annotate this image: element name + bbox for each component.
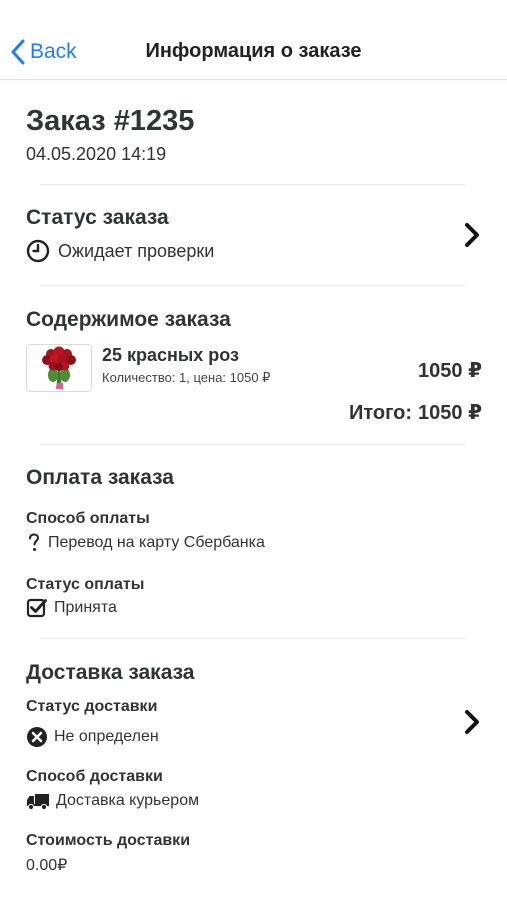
truck-icon [26, 790, 50, 812]
question-icon [26, 532, 42, 554]
delivery-method-value: Доставка курьером [56, 792, 200, 809]
x-circle-icon [26, 726, 48, 748]
divider [40, 285, 465, 286]
delivery-title: Доставка заказа [26, 661, 195, 684]
payment-method-label: Способ оплаты [26, 510, 150, 527]
payment-method-row: Перевод на карту Сбербанка [26, 532, 265, 554]
order-status-chevron-button[interactable] [462, 221, 482, 249]
order-contents-title: Содержимое заказа [26, 308, 231, 331]
page-title: Информация о заказе [145, 40, 362, 62]
product-image [26, 344, 92, 392]
payment-method-value: Перевод на карту Сбербанка [48, 534, 265, 551]
delivery-method-row: Доставка курьером [26, 790, 199, 812]
divider [40, 638, 465, 639]
order-total-value: 1050 ₽ [418, 402, 482, 424]
delivery-status-chevron-button[interactable] [462, 708, 482, 736]
order-total-label: Итого: [348, 402, 413, 424]
order-status-title: Статус заказа [26, 206, 169, 229]
checkbox-checked-icon [26, 597, 48, 619]
order-number: Заказ #1235 [26, 105, 195, 137]
chevron-right-icon [462, 223, 482, 253]
delivery-method-label: Способ доставки [26, 768, 163, 785]
order-status-value: Ожидает проверки [58, 240, 215, 261]
payment-title: Оплата заказа [26, 466, 174, 489]
roses-bouquet-image [27, 345, 91, 391]
payment-status-value: Принята [54, 599, 117, 616]
order-status-row: Ожидает проверки [26, 239, 214, 263]
product-price: 1050 ₽ [418, 360, 482, 382]
delivery-cost-value: 0.00₽ [26, 857, 68, 874]
payment-status-label: Статус оплаты [26, 576, 145, 593]
divider [40, 444, 465, 445]
product-meta: Количество: 1, цена: 1050 ₽ [102, 370, 271, 385]
divider [40, 184, 465, 185]
delivery-cost-label: Стоимость доставки [26, 832, 191, 849]
delivery-status-row: Не определен [26, 726, 159, 748]
delivery-status-label: Статус доставки [26, 698, 158, 715]
delivery-status-value: Не определен [54, 728, 159, 745]
order-total: Итого: 1050 ₽ [349, 400, 482, 425]
payment-status-row: Принята [26, 597, 117, 619]
chevron-right-icon [462, 710, 482, 740]
order-date: 04.05.2020 14:19 [26, 144, 167, 164]
clock-icon [26, 239, 50, 263]
navigation-bar: Back Информация о заказе [0, 0, 507, 80]
product-name: 25 красных роз [102, 345, 240, 365]
